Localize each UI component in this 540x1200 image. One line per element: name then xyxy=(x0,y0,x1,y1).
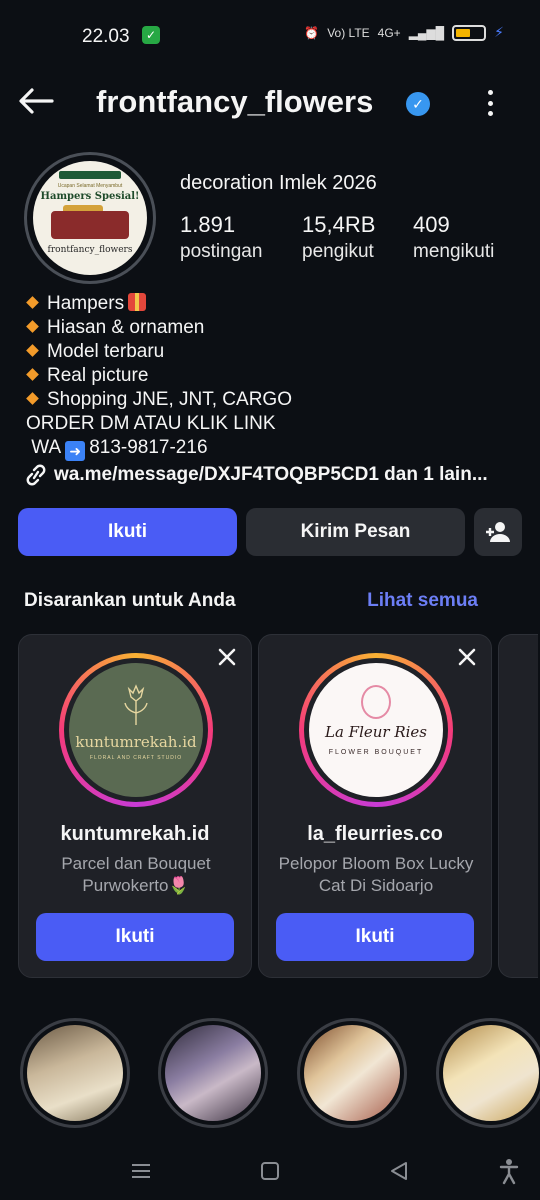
recent-apps-icon[interactable] xyxy=(126,1156,156,1186)
highlight-cover xyxy=(165,1025,261,1121)
logo-subtext: FLOWER BOUQUET xyxy=(328,749,424,756)
stat-value: 15,4RB xyxy=(302,212,376,237)
avatar-name-text: frontfancy_flowers xyxy=(47,245,133,255)
avatar-banner-text: Ucapan Selamat Menyambut xyxy=(57,183,123,189)
shield-icon: ✓ xyxy=(142,26,160,44)
bio-line: Model terbaru xyxy=(26,340,292,364)
rose-logo-icon xyxy=(361,685,391,719)
tulip-logo-icon xyxy=(124,684,148,725)
bio-line: Hiasan & ornamen xyxy=(26,316,292,340)
highlight-item[interactable] xyxy=(436,1018,540,1128)
status-bar: 22.03 ✓ ⏰ Vo) LTE 4G+ ▂▄▆█ ⚡ xyxy=(0,0,540,72)
bio-line: Hampers xyxy=(26,292,292,316)
suggestion-card[interactable]: La Fleur Ries FLOWER BOUQUET la_fleurrie… xyxy=(258,634,492,978)
suggestion-card-peek[interactable] xyxy=(498,634,538,978)
accessibility-icon[interactable] xyxy=(494,1156,524,1186)
suggestion-description: Pelopor Bloom Box Lucky Cat Di Sidoarjo xyxy=(278,854,474,895)
follow-suggestion-button[interactable]: Ikuti xyxy=(36,913,234,961)
follow-button[interactable]: Ikuti xyxy=(18,508,237,556)
story-highlights xyxy=(0,1018,540,1128)
highlight-item[interactable] xyxy=(297,1018,407,1128)
suggestion-avatar[interactable]: kuntumrekah.id FLORAL AND CRAFT STUDIO xyxy=(69,663,203,797)
highlight-cover xyxy=(27,1025,123,1121)
stat-following[interactable]: 409 mengikuti xyxy=(413,212,513,266)
verified-badge-icon: ✓ xyxy=(406,92,430,116)
profile-name: decoration Imlek 2026 xyxy=(180,172,377,194)
close-icon[interactable] xyxy=(457,647,477,667)
add-user-icon xyxy=(486,522,510,542)
orange-diamond-icon xyxy=(26,320,39,333)
highlight-cover xyxy=(304,1025,400,1121)
bio-wa-line: WA ➜ 813-9817-216 xyxy=(31,437,208,461)
bio-line: Real picture xyxy=(26,364,292,388)
follow-suggestion-button[interactable]: Ikuti xyxy=(276,913,474,961)
stat-followers[interactable]: 15,4RB pengikut xyxy=(302,212,413,266)
orange-diamond-icon xyxy=(26,296,39,309)
orange-diamond-icon xyxy=(26,392,39,405)
orange-diamond-icon xyxy=(26,344,39,357)
stat-value: 409 xyxy=(413,212,450,237)
charging-icon: ⚡ xyxy=(494,24,504,40)
suggestion-avatar[interactable]: La Fleur Ries FLOWER BOUQUET xyxy=(309,663,443,797)
avatar-title-text: Hampers Spesial! xyxy=(40,191,140,202)
system-nav-bar xyxy=(0,1142,540,1200)
avatar[interactable]: Ucapan Selamat Menyambut Hampers Spesial… xyxy=(24,152,156,284)
logo-text: La Fleur Ries xyxy=(324,723,428,741)
battery-icon xyxy=(452,24,487,41)
suggestion-card[interactable]: kuntumrekah.id FLORAL AND CRAFT STUDIO k… xyxy=(18,634,252,978)
volte-label: Vo) LTE xyxy=(327,25,370,40)
story-ring: kuntumrekah.id FLORAL AND CRAFT STUDIO xyxy=(59,653,213,807)
highlight-cover xyxy=(443,1025,539,1121)
suggestions-title: Disarankan untuk Anda xyxy=(24,590,236,611)
home-icon[interactable] xyxy=(255,1156,285,1186)
back-arrow-icon[interactable] xyxy=(16,86,56,116)
alarm-icon: ⏰ xyxy=(304,25,320,40)
stat-posts[interactable]: 1.891 postingan xyxy=(180,212,302,266)
story-ring: La Fleur Ries FLOWER BOUQUET xyxy=(299,653,453,807)
profile-header: frontfancy_flowers ✓ xyxy=(0,78,540,128)
status-icons: ⏰ Vo) LTE 4G+ ▂▄▆█ ⚡ xyxy=(304,24,504,41)
orange-diamond-icon xyxy=(26,368,39,381)
suggestion-description: Parcel dan Bouquet Purwokerto🌷 xyxy=(61,854,211,895)
back-nav-icon[interactable] xyxy=(384,1156,414,1186)
battery-fill xyxy=(456,28,471,37)
bio-link[interactable]: wa.me/message/DXJF4TOQBP5CD1 dan 1 lain.… xyxy=(24,464,488,486)
stat-label: pengikut xyxy=(302,241,374,262)
page-title: frontfancy_flowers xyxy=(96,84,374,119)
suggestion-username[interactable]: la_fleurries.co xyxy=(259,823,491,846)
signal-label: 4G+ xyxy=(377,25,401,40)
see-all-link[interactable]: Lihat semua xyxy=(367,590,478,612)
logo-subtext: FLORAL AND CRAFT STUDIO xyxy=(89,755,183,761)
right-arrow-icon: ➜ xyxy=(65,441,86,461)
bio-line: Shopping JNE, JNT, CARGO xyxy=(26,388,292,412)
profile-bio: Hampers Hiasan & ornamen Model terbaru R… xyxy=(26,292,292,461)
suggestion-username[interactable]: kuntumrekah.id xyxy=(19,823,251,846)
close-icon[interactable] xyxy=(217,647,237,667)
signal-bars-icon: ▂▄▆█ xyxy=(408,25,445,40)
more-options-icon[interactable] xyxy=(482,86,498,120)
stat-value: 1.891 xyxy=(180,212,236,237)
stat-label: postingan xyxy=(180,241,263,262)
gift-icon xyxy=(128,293,147,311)
profile-stats: 1.891 postingan 15,4RB pengikut 409 meng… xyxy=(180,212,513,266)
stat-label: mengikuti xyxy=(413,241,495,262)
bio-order-line: ORDER DM ATAU KLIK LINK xyxy=(26,413,276,434)
suggested-people-button[interactable] xyxy=(474,508,522,556)
send-message-button[interactable]: Kirim Pesan xyxy=(246,508,465,556)
status-time: 22.03 xyxy=(82,26,130,47)
highlight-item[interactable] xyxy=(20,1018,130,1128)
logo-text: kuntumrekah.id xyxy=(75,733,197,751)
highlight-item[interactable] xyxy=(158,1018,268,1128)
link-chain-icon xyxy=(26,464,46,486)
